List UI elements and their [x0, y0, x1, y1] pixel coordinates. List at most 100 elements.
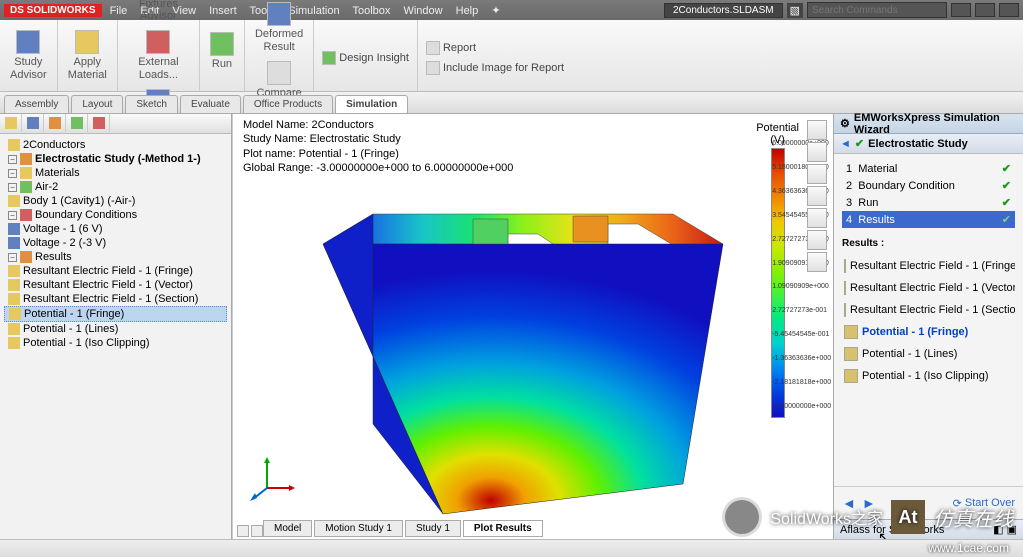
tree-results[interactable]: −Results [4, 250, 227, 264]
bottom-tab-plot-results[interactable]: Plot Results [463, 520, 543, 537]
minimize-button[interactable] [951, 3, 971, 17]
tree-result-4[interactable]: Potential - 1 (Fringe) [4, 306, 227, 322]
tab-sketch[interactable]: Sketch [125, 95, 178, 113]
check-icon: ✔ [1002, 162, 1011, 175]
wiz-result-1[interactable]: Resultant Electric Field - 1 (Fringe) [842, 255, 1015, 277]
fixtures-advisor-button[interactable]: FixturesAdvisor [124, 0, 193, 24]
orientation-triad[interactable] [247, 453, 297, 503]
collapse-icon[interactable]: − [8, 183, 17, 192]
wiz-result-5[interactable]: Potential - 1 (Lines) [842, 343, 1015, 365]
app-logo: DS SOLIDWORKS [4, 4, 102, 17]
step-results[interactable]: 4 Results✔ [842, 211, 1015, 228]
body-icon [8, 195, 20, 207]
tree-body[interactable]: Body 1 (Cavity1) (-Air-) [4, 194, 227, 208]
tab-assembly[interactable]: Assembly [4, 95, 69, 113]
tree-result-6[interactable]: Potential - 1 (Iso Clipping) [4, 336, 227, 350]
vtool-6[interactable] [807, 230, 827, 250]
start-over-button[interactable]: ⟳Start Over [953, 497, 1015, 510]
bottom-tab-model[interactable]: Model [263, 520, 312, 537]
plot-icon [8, 293, 20, 305]
study-advisor-button[interactable]: StudyAdvisor [6, 28, 51, 82]
deformed-result-button[interactable]: DeformedResult [251, 0, 307, 54]
vtool-2[interactable] [807, 142, 827, 162]
vtool-7[interactable] [807, 252, 827, 272]
plot-icon [844, 259, 846, 273]
wiz-result-3[interactable]: Resultant Electric Field - 1 (Section) [842, 299, 1015, 321]
wizard-subtitle: ◄ ✔ Electrostatic Study [834, 134, 1023, 154]
tree-result-1[interactable]: Resultant Electric Field - 1 (Fringe) [4, 264, 227, 278]
tree-boundary-conditions[interactable]: −Boundary Conditions [4, 208, 227, 222]
aflass-icon-1[interactable]: ◧ [993, 524, 1003, 536]
external-loads-button[interactable]: ExternalLoads... [124, 28, 193, 82]
search-commands-icon[interactable]: ▧ [787, 3, 803, 18]
back-arrow-icon[interactable]: ◄ [840, 138, 851, 150]
wiz-result-6[interactable]: Potential - 1 (Iso Clipping) [842, 365, 1015, 387]
design-insight-button[interactable]: Design Insight [320, 50, 411, 66]
aflass-bar[interactable]: Aflass for SolidWorks ◧ ▣ [834, 519, 1023, 539]
plot-icon [8, 337, 20, 349]
plot-icon [8, 323, 20, 335]
wiz-result-4[interactable]: Potential - 1 (Fringe) [842, 321, 1015, 343]
search-commands-input[interactable] [807, 2, 947, 18]
tree-voltage-2[interactable]: Voltage - 2 (-3 V) [4, 236, 227, 250]
plot-icon [9, 308, 21, 320]
aflass-icon-2[interactable]: ▣ [1007, 524, 1017, 536]
fm-tab-4[interactable] [66, 114, 88, 132]
view-icon-1[interactable] [237, 525, 249, 537]
tab-office-products[interactable]: Office Products [243, 95, 333, 113]
step-material[interactable]: 1 Material✔ [842, 160, 1015, 177]
fm-tab-3[interactable] [44, 114, 66, 132]
prev-arrow-icon[interactable]: ◄ [842, 495, 856, 511]
tree-result-2[interactable]: Resultant Electric Field - 1 (Vector) [4, 278, 227, 292]
fm-tab-5[interactable] [88, 114, 110, 132]
wizard-icon: ⚙ [840, 117, 850, 130]
collapse-icon[interactable]: − [8, 155, 17, 164]
next-arrow-icon[interactable]: ► [862, 495, 876, 511]
apply-material-button[interactable]: ApplyMaterial [64, 28, 111, 82]
vtool-4[interactable] [807, 186, 827, 206]
step-boundary[interactable]: 2 Boundary Condition✔ [842, 177, 1015, 194]
bottom-tab-study1[interactable]: Study 1 [405, 520, 461, 537]
color-legend: Potential(V) 6.00000000e+0005.18000180e+… [756, 122, 799, 420]
report-button[interactable]: Report [424, 40, 566, 56]
collapse-icon[interactable]: − [8, 211, 17, 220]
voltage-icon [8, 237, 20, 249]
run-button[interactable]: Run [206, 30, 238, 82]
fm-tab-1[interactable] [0, 114, 22, 132]
wiz-result-2[interactable]: Resultant Electric Field - 1 (Vector) [842, 277, 1015, 299]
wizard-results-header: Results : [834, 234, 1023, 253]
graphics-viewport[interactable]: Model Name: 2Conductors Study Name: Elec… [232, 114, 833, 539]
collapse-icon[interactable]: − [8, 253, 17, 262]
tree-result-5[interactable]: Potential - 1 (Lines) [4, 322, 227, 336]
vtool-1[interactable] [807, 120, 827, 140]
vtool-3[interactable] [807, 164, 827, 184]
status-bar [0, 539, 1023, 557]
menu-help[interactable]: Help [456, 5, 479, 17]
tree-materials[interactable]: −Materials [4, 166, 227, 180]
menu-search-icon[interactable]: ✦ [491, 5, 500, 17]
tab-simulation[interactable]: Simulation [335, 95, 408, 113]
tab-layout[interactable]: Layout [71, 95, 123, 113]
bottom-tab-motion[interactable]: Motion Study 1 [314, 520, 403, 537]
ribbon: StudyAdvisor ApplyMaterial FixturesAdvis… [0, 20, 1023, 92]
close-button[interactable] [999, 3, 1019, 17]
menu-insert[interactable]: Insert [209, 5, 237, 17]
tree-voltage-1[interactable]: Voltage - 1 (6 V) [4, 222, 227, 236]
document-name: 2Conductors.SLDASM [664, 3, 783, 18]
vtool-5[interactable] [807, 208, 827, 228]
check-icon: ✔ [1002, 179, 1011, 192]
maximize-button[interactable] [975, 3, 995, 17]
tree-study[interactable]: −Electrostatic Study (-Method 1-) [4, 152, 227, 166]
tab-evaluate[interactable]: Evaluate [180, 95, 241, 113]
collapse-icon[interactable]: − [8, 169, 17, 178]
tree-air[interactable]: −Air-2 [4, 180, 227, 194]
fm-tab-2[interactable] [22, 114, 44, 132]
view-icon-2[interactable] [251, 525, 263, 537]
tree-root[interactable]: 2Conductors [4, 138, 227, 152]
menu-window[interactable]: Window [403, 5, 442, 17]
menu-toolbox[interactable]: Toolbox [352, 5, 390, 17]
include-image-button[interactable]: Include Image for Report [424, 60, 566, 76]
step-run[interactable]: 3 Run✔ [842, 194, 1015, 211]
tree-result-3[interactable]: Resultant Electric Field - 1 (Section) [4, 292, 227, 306]
simulation-tree: 2Conductors −Electrostatic Study (-Metho… [0, 134, 231, 539]
